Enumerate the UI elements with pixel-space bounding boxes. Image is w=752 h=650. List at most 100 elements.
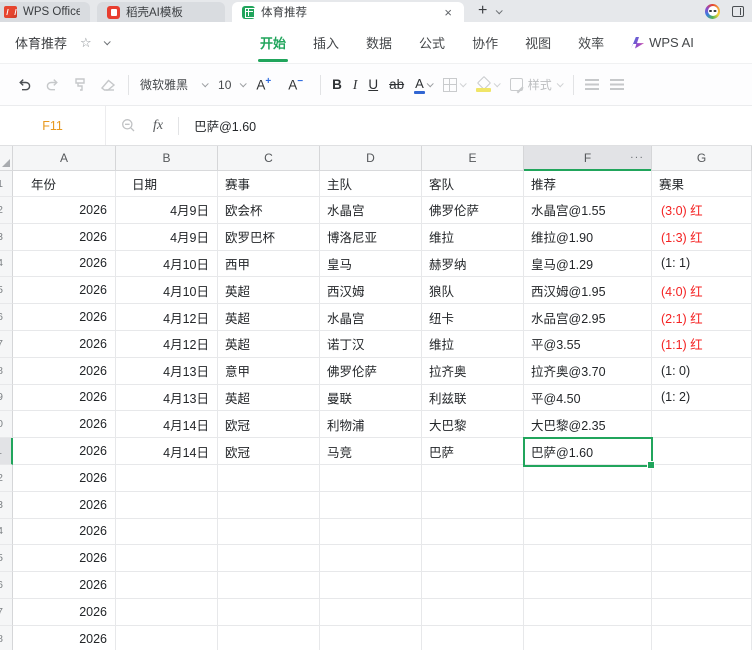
cell-G1[interactable]: 赛果 [652, 171, 752, 197]
column-more-icon[interactable]: ··· [630, 152, 644, 164]
close-tab-icon[interactable]: × [442, 6, 454, 19]
cell-C5[interactable]: 英超 [218, 277, 320, 305]
cell-B7[interactable]: 4月12日 [116, 330, 218, 358]
cell-D11[interactable]: 马竞 [320, 438, 422, 465]
cell-B2[interactable]: 4月9日 [116, 197, 218, 224]
cell-A10[interactable]: 2026 [13, 411, 116, 439]
ribbon-tab-6[interactable]: 视图 [525, 33, 551, 52]
row-header-15[interactable]: 15 [0, 545, 13, 573]
row-header-18[interactable]: 18 [0, 625, 13, 650]
cell-D6[interactable]: 水晶宫 [320, 304, 422, 331]
cell-B1[interactable]: 日期 [116, 171, 218, 197]
cell-B18[interactable] [116, 625, 218, 650]
select-all-corner[interactable] [0, 146, 13, 170]
cell-G8[interactable]: (1: 0) [652, 357, 752, 385]
window-tab-docer-templates[interactable]: 稻壳AI模板 [97, 2, 225, 22]
cell-B14[interactable] [116, 518, 218, 546]
cell-F8[interactable]: 拉齐奥@3.70 [524, 357, 652, 385]
cell-G14[interactable] [652, 518, 752, 546]
cell-F17[interactable] [524, 598, 652, 626]
cell-C7[interactable]: 英超 [218, 330, 320, 358]
cell-G4[interactable]: (1: 1) [652, 250, 752, 278]
cell-D18[interactable] [320, 625, 422, 650]
cell-A2[interactable]: 2026 [13, 197, 116, 224]
cell-B12[interactable] [116, 464, 218, 492]
new-tab-button[interactable]: + [478, 3, 487, 19]
cell-F2[interactable]: 水晶宫@1.55 [524, 197, 652, 224]
cell-B8[interactable]: 4月13日 [116, 357, 218, 385]
cell-D16[interactable] [320, 572, 422, 599]
cell-E15[interactable] [422, 545, 524, 573]
cell-C6[interactable]: 英超 [218, 304, 320, 331]
cell-D4[interactable]: 皇马 [320, 250, 422, 278]
cell-G13[interactable] [652, 491, 752, 519]
favorite-star-icon[interactable]: ☆ [80, 35, 92, 51]
cell-F6[interactable]: 水品宫@2.95 [524, 304, 652, 331]
cell-D1[interactable]: 主队 [320, 171, 422, 197]
cell-F11[interactable]: 巴萨@1.60 [524, 438, 652, 465]
cell-G9[interactable]: (1: 2) [652, 384, 752, 412]
cell-E14[interactable] [422, 518, 524, 546]
cell-B15[interactable] [116, 545, 218, 573]
cell-style-button[interactable]: 样式 [509, 76, 564, 93]
cell-C15[interactable] [218, 545, 320, 573]
cell-E3[interactable]: 维拉 [422, 223, 524, 251]
cell-F13[interactable] [524, 491, 652, 519]
cell-G15[interactable] [652, 545, 752, 573]
cell-B10[interactable]: 4月14日 [116, 411, 218, 439]
cell-D13[interactable] [320, 491, 422, 519]
cell-A18[interactable]: 2026 [13, 625, 116, 650]
bold-button[interactable]: B [332, 77, 342, 92]
cell-A3[interactable]: 2026 [13, 223, 116, 251]
zoom-out-icon[interactable] [121, 118, 136, 133]
cell-E12[interactable] [422, 464, 524, 492]
cell-E5[interactable]: 狼队 [422, 277, 524, 305]
cell-D2[interactable]: 水晶宫 [320, 197, 422, 224]
cell-D5[interactable]: 西汉姆 [320, 277, 422, 305]
cell-F1[interactable]: 推荐 [524, 171, 652, 197]
strikethrough-button[interactable]: ab [389, 77, 404, 92]
row-header-3[interactable]: 3 [0, 223, 13, 251]
undo-icon[interactable] [16, 77, 33, 92]
cell-F7[interactable]: 平@3.55 [524, 330, 652, 358]
cell-A16[interactable]: 2026 [13, 572, 116, 599]
cell-B5[interactable]: 4月10日 [116, 277, 218, 305]
cell-F16[interactable] [524, 572, 652, 599]
column-header-F[interactable]: F ··· [524, 146, 652, 171]
cell-C14[interactable] [218, 518, 320, 546]
cell-E8[interactable]: 拉齐奥 [422, 357, 524, 385]
cell-C4[interactable]: 西甲 [218, 250, 320, 278]
cell-E10[interactable]: 大巴黎 [422, 411, 524, 439]
cell-G11[interactable] [652, 438, 752, 465]
cell-G6[interactable]: (2:1) 红 [652, 304, 752, 331]
fill-color-button[interactable] [475, 78, 501, 92]
cell-G12[interactable] [652, 464, 752, 492]
row-header-2[interactable]: 2 [0, 197, 13, 224]
cell-B16[interactable] [116, 572, 218, 599]
window-tab-wps-office[interactable]: WPS Office [0, 2, 90, 22]
cell-C3[interactable]: 欧罗巴杯 [218, 223, 320, 251]
cell-E9[interactable]: 利兹联 [422, 384, 524, 412]
cell-D8[interactable]: 佛罗伦萨 [320, 357, 422, 385]
cell-A5[interactable]: 2026 [13, 277, 116, 305]
cell-A13[interactable]: 2026 [13, 491, 116, 519]
cell-G17[interactable] [652, 598, 752, 626]
cell-D12[interactable] [320, 464, 422, 492]
eraser-icon[interactable] [99, 77, 117, 92]
window-layout-icon[interactable] [732, 5, 744, 17]
cell-C13[interactable] [218, 491, 320, 519]
cell-A14[interactable]: 2026 [13, 518, 116, 546]
cell-B9[interactable]: 4月13日 [116, 384, 218, 412]
cell-A11[interactable]: 2026 [13, 438, 116, 465]
underline-button[interactable]: U [368, 77, 378, 92]
ribbon-tab-4[interactable]: 公式 [419, 33, 445, 52]
cell-B3[interactable]: 4月9日 [116, 223, 218, 251]
window-tab-sports-recommend[interactable]: 体育推荐 × [232, 2, 464, 22]
cell-F3[interactable]: 维拉@1.90 [524, 223, 652, 251]
redo-icon[interactable] [44, 77, 61, 92]
cell-F5[interactable]: 西汉姆@1.95 [524, 277, 652, 305]
cell-C16[interactable] [218, 572, 320, 599]
ribbon-tab-8[interactable]: WPS AI [631, 35, 694, 50]
cell-D7[interactable]: 诺丁汉 [320, 330, 422, 358]
cell-A9[interactable]: 2026 [13, 384, 116, 412]
